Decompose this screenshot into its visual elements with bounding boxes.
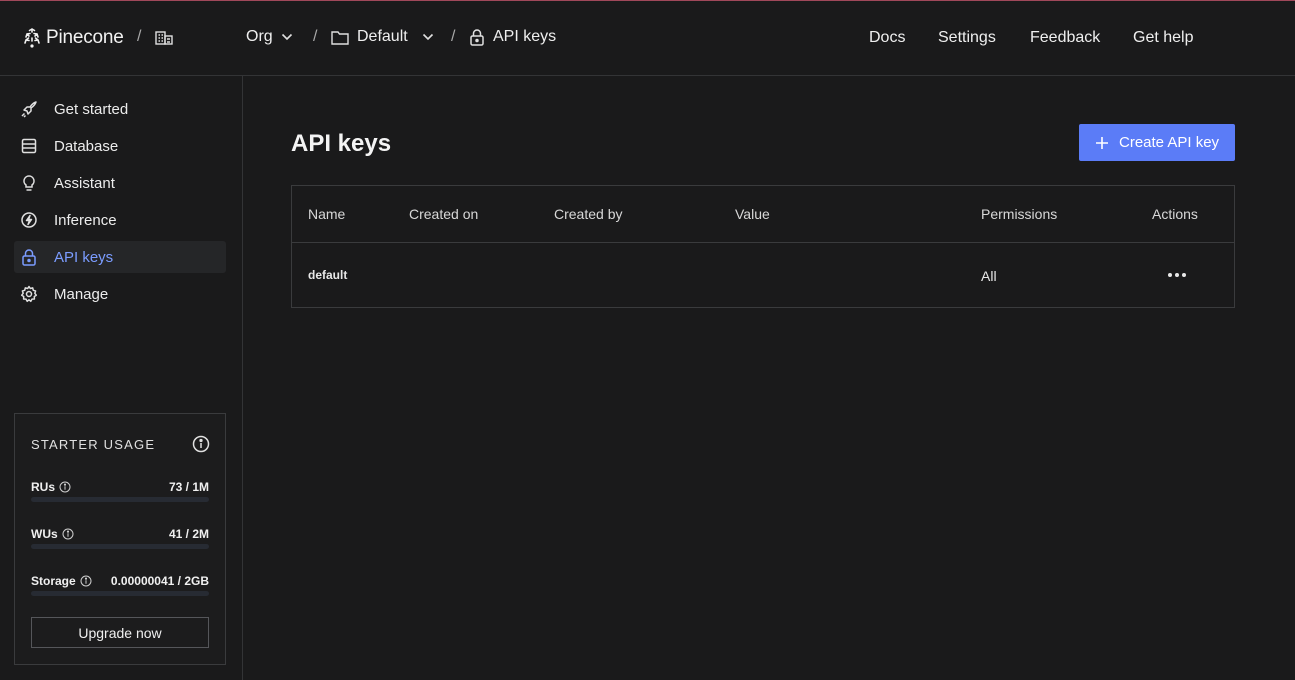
create-api-key-label: Create API key xyxy=(1119,134,1220,151)
sidebar-item-assistant[interactable]: Assistant xyxy=(14,167,226,199)
sidebar-item-get-started[interactable]: Get started xyxy=(14,93,226,125)
usage-progress-bar xyxy=(31,497,209,502)
usage-value: 73 / 1M xyxy=(168,480,209,494)
settings-link[interactable]: Settings xyxy=(938,29,996,47)
gear-icon xyxy=(20,285,38,303)
sidebar-item-label: Assistant xyxy=(54,175,115,192)
row-name-cell: default xyxy=(308,268,348,282)
table-header: Name Created on Created by Value Permiss… xyxy=(292,186,1234,243)
upgrade-now-button[interactable]: Upgrade now xyxy=(31,617,209,648)
create-api-key-button[interactable]: Create API key xyxy=(1079,124,1235,161)
breadcrumb-separator: / xyxy=(451,28,456,45)
info-icon[interactable] xyxy=(192,435,210,453)
chevron-down-icon xyxy=(281,33,292,41)
usage-label: WUs xyxy=(31,527,58,541)
usage-label: RUs xyxy=(31,480,56,494)
usage-value: 0.00000041 / 2GB xyxy=(110,574,209,588)
sidebar-item-label: Get started xyxy=(54,101,129,118)
starter-usage-panel: STARTER USAGE RUs 73 / 1M WUs 41 / 2M St… xyxy=(14,413,226,665)
folder-icon xyxy=(331,30,349,45)
pinecone-logo-icon xyxy=(24,28,40,48)
chevron-down-icon xyxy=(422,33,433,41)
pinecone-logo[interactable]: Pinecone xyxy=(22,27,124,49)
usage-value: 41 / 2M xyxy=(168,527,209,541)
sidebar-item-label: Inference xyxy=(54,212,117,229)
feedback-link[interactable]: Feedback xyxy=(1030,29,1100,47)
current-page-crumb: API keys xyxy=(469,28,556,46)
database-icon xyxy=(21,138,37,154)
column-header-name: Name xyxy=(308,206,346,222)
sidebar-item-database[interactable]: Database xyxy=(14,130,226,162)
lock-icon xyxy=(470,29,484,46)
column-header-created-on: Created on xyxy=(409,206,479,222)
column-header-value: Value xyxy=(735,206,770,222)
get-help-link[interactable]: Get help xyxy=(1133,29,1193,47)
api-keys-table: Name Created on Created by Value Permiss… xyxy=(291,185,1235,308)
usage-progress-bar xyxy=(31,591,209,596)
breadcrumb-separator: / xyxy=(137,28,142,45)
sidebar-item-inference[interactable]: Inference xyxy=(14,204,226,236)
info-icon[interactable] xyxy=(80,575,92,587)
page-crumb-label: API keys xyxy=(493,28,557,45)
project-label: Default xyxy=(357,28,408,45)
usage-label: Storage xyxy=(31,574,76,588)
info-icon[interactable] xyxy=(62,528,74,540)
sidebar-item-manage[interactable]: Manage xyxy=(14,278,226,310)
column-header-actions: Actions xyxy=(1152,206,1198,222)
bolt-icon xyxy=(21,212,37,228)
sidebar-item-api-keys[interactable]: API keys xyxy=(14,241,226,273)
row-permissions-cell: All xyxy=(981,268,997,284)
page-title: API keys xyxy=(291,130,392,157)
sidebar-item-label: API keys xyxy=(54,249,114,266)
usage-title: STARTER USAGE xyxy=(31,437,156,452)
organization-icon[interactable] xyxy=(155,30,173,51)
lightbulb-icon xyxy=(23,175,35,191)
org-label: Org xyxy=(246,28,273,45)
main-content: API keys Create API key Name Created on … xyxy=(244,76,1295,680)
project-selector[interactable]: Default xyxy=(331,28,434,46)
column-header-created-by: Created by xyxy=(554,206,623,222)
org-selector[interactable]: Org xyxy=(246,28,293,46)
rocket-icon xyxy=(21,101,37,118)
sidebar: Get started Database Assistant Inference… xyxy=(0,76,243,680)
top-bar: Pinecone / Org / Default / API keys Docs… xyxy=(0,1,1295,76)
logo-text: Pinecone xyxy=(46,27,124,48)
sidebar-item-label: Database xyxy=(54,138,119,155)
docs-link[interactable]: Docs xyxy=(869,29,905,47)
usage-progress-bar xyxy=(31,544,209,549)
info-icon[interactable] xyxy=(59,481,71,493)
sidebar-item-label: Manage xyxy=(54,286,109,303)
lock-icon xyxy=(22,249,36,266)
plus-icon xyxy=(1096,136,1108,149)
column-header-permissions: Permissions xyxy=(981,206,1058,222)
breadcrumb-separator: / xyxy=(313,28,318,45)
more-horizontal-icon xyxy=(1168,273,1186,277)
row-actions-menu-button[interactable] xyxy=(1164,266,1190,284)
